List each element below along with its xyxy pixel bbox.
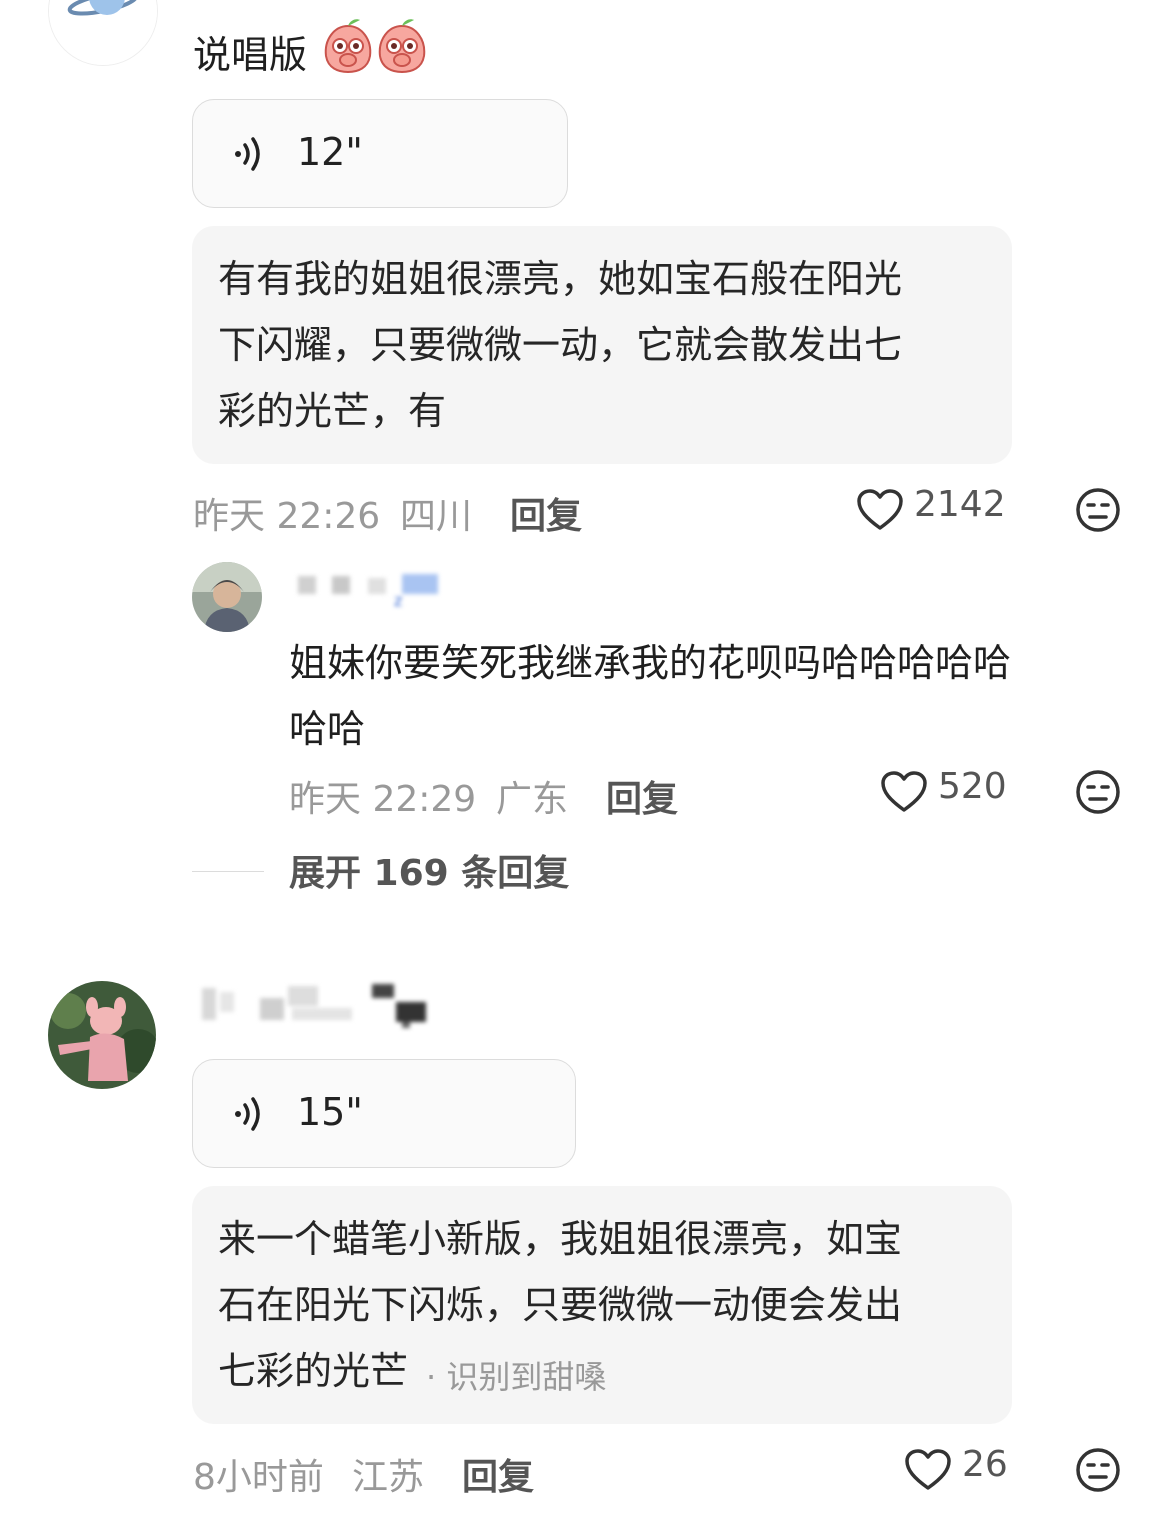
comment-time: 昨天 22:26 (193, 496, 381, 537)
expand-replies-button[interactable]: 展开 169 条回复 (289, 844, 569, 896)
like-count: 26 (962, 1444, 1008, 1485)
comment-location: 四川 (400, 496, 473, 537)
like-count: 2142 (914, 484, 1006, 525)
sound-wave-icon (233, 136, 265, 176)
avatar[interactable] (192, 562, 262, 632)
voice-duration: 15" (297, 1090, 363, 1134)
heart-outline-icon (904, 1448, 952, 1496)
reply-text-line: 哈哈 (289, 707, 366, 751)
heart-outline-icon (856, 488, 904, 536)
voice-message[interactable]: 15" (192, 1059, 576, 1168)
reply-button[interactable]: 回复 (606, 770, 678, 822)
neutral-face-icon[interactable] (1074, 768, 1122, 820)
username-redacted[interactable]: z (296, 566, 446, 610)
like-count: 520 (938, 766, 1007, 807)
transcript-line: 七彩的光芒 (218, 1349, 409, 1393)
transcript-bubble: 来一个蜡笔小新版，我姐姐很漂亮，如宝 石在阳光下闪烁，只要微微一动便会发出 七彩… (192, 1186, 1012, 1424)
comment-text: 说唱版 (193, 33, 308, 77)
transcript-line: 来一个蜡笔小新版，我姐姐很漂亮，如宝 (218, 1217, 903, 1261)
voice-duration: 12" (297, 130, 363, 174)
comment-location: 广东 (496, 779, 569, 820)
reply-text-line: 姐妹你要笑死我继承我的花呗吗哈哈哈哈哈 (289, 641, 1012, 685)
avatar[interactable] (48, 0, 158, 66)
svg-text:z: z (394, 591, 402, 606)
comment-time: 8小时前 (193, 1457, 324, 1498)
comment-location: 江苏 (352, 1457, 425, 1498)
neutral-face-icon[interactable] (1074, 1446, 1122, 1498)
username-redacted[interactable] (196, 982, 430, 1030)
heart-outline-icon (880, 770, 928, 818)
voice-recognition-note: · 识别到甜嗓 (426, 1358, 607, 1396)
transcript-bubble: 有有我的姐姐很漂亮，她如宝石般在阳光 下闪耀，只要微微一动，它就会散发出七 彩的… (192, 226, 1012, 464)
peach-emoji-icon (376, 18, 428, 78)
sound-wave-icon (233, 1096, 265, 1136)
neutral-face-icon[interactable] (1074, 486, 1122, 538)
comment-time: 昨天 22:29 (289, 779, 477, 820)
reply-button[interactable]: 回复 (510, 487, 582, 539)
transcript-line: 有有我的姐姐很漂亮，她如宝石般在阳光 (218, 257, 903, 301)
expand-divider (192, 871, 264, 872)
transcript-line: 下闪耀，只要微微一动，它就会散发出七 (218, 323, 903, 367)
reply-button[interactable]: 回复 (462, 1448, 534, 1500)
avatar[interactable] (48, 981, 156, 1089)
voice-message[interactable]: 12" (192, 99, 568, 208)
transcript-line: 彩的光芒，有 (218, 389, 447, 433)
peach-emoji-icon (322, 18, 374, 78)
transcript-line: 石在阳光下闪烁，只要微微一动便会发出 (218, 1283, 903, 1327)
